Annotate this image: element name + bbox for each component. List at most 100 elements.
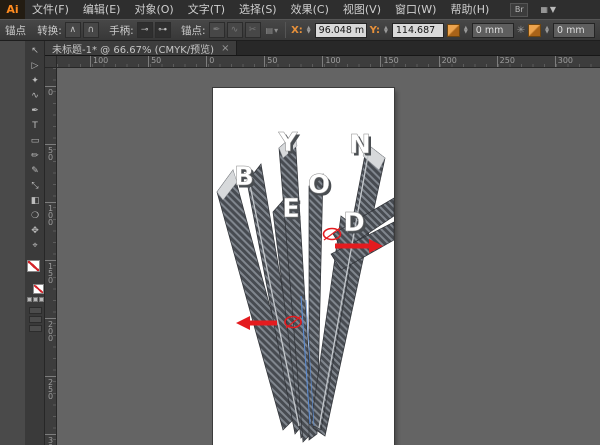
none-stroke-icon [34, 285, 43, 293]
x-input[interactable]: 96.048 m [315, 23, 367, 38]
none-button[interactable] [39, 297, 44, 302]
menu-bar: Ai 文件(F)编辑(E)对象(O)文字(T)选择(S)效果(C)视图(V)窗口… [0, 0, 600, 19]
stroke-swap-icon[interactable] [528, 24, 541, 37]
control-bar: 锚点 转换: ∧∩ 手柄: ⊸⊶ 锚点: ✒∿✂ ▤ ▾ X: ▲▼ 96.04… [0, 19, 600, 41]
caret-down-icon: ▼ [550, 5, 556, 14]
convert-to-smooth-button[interactable]: ∩ [83, 22, 99, 38]
fill-color-swatch[interactable] [27, 260, 40, 272]
artboard[interactable]: BY NE OD B Y N E O D [213, 88, 394, 445]
color-button[interactable] [27, 297, 32, 302]
convert-label: 转换: [37, 23, 62, 38]
draw-normal-button[interactable] [29, 307, 42, 314]
ruler-label: 300 [45, 434, 56, 445]
fill-stroke-swatches[interactable] [27, 260, 44, 294]
stroke-color-swatch[interactable] [33, 284, 44, 294]
constrain-icon[interactable]: ✳ [517, 25, 525, 36]
workspace-switcher-button[interactable]: ▦ ▼ [540, 5, 556, 14]
y-label: Y: [370, 25, 380, 36]
convert-to-corner-button[interactable]: ∧ [65, 22, 81, 38]
w-stepper[interactable]: ▲▼ [463, 26, 469, 35]
ruler-label: 50 [148, 56, 206, 67]
magic-wand-tool[interactable]: ✦ [27, 74, 44, 89]
y-stepper[interactable]: ▲▼ [383, 26, 389, 35]
x-stepper[interactable]: ▲▼ [306, 26, 312, 35]
menu-item[interactable]: 对象(O) [127, 0, 180, 19]
style-dropdown-icon: ▤ [266, 26, 274, 35]
w-input[interactable]: 0 mm [472, 23, 514, 38]
drawing-mode-buttons [29, 307, 42, 332]
letter-N[interactable]: N [349, 130, 371, 160]
close-icon[interactable]: × [221, 43, 229, 54]
menu-right-buttons: Br ▦ ▼ [510, 3, 556, 17]
connect-path-button[interactable]: ∿ [227, 22, 243, 38]
h-input[interactable]: 0 mm [553, 23, 595, 38]
ruler-label: 0 [45, 86, 56, 144]
y-input[interactable]: 114.687 [392, 23, 444, 38]
gradient-tool[interactable]: ◧ [27, 194, 44, 209]
horizontal-ruler[interactable]: 10050050100150200250300 [57, 56, 600, 67]
color-type-buttons [27, 297, 44, 302]
caret-down-icon: ▾ [274, 26, 278, 35]
gradient-button[interactable] [33, 297, 38, 302]
ruler-label: 200 [439, 56, 497, 67]
ruler-label: 50 [264, 56, 322, 67]
hand-tool[interactable]: ✥ [27, 224, 44, 239]
selection-mode-label: 锚点 [5, 23, 26, 38]
ruler-label: 200 [45, 318, 56, 376]
letter-Y[interactable]: Y [278, 128, 299, 158]
menu-items: 文件(F)编辑(E)对象(O)文字(T)选择(S)效果(C)视图(V)窗口(W)… [25, 0, 496, 19]
menu-item[interactable]: 文件(F) [25, 0, 76, 19]
main-area: ↖▷✦∿✒T▭✏✎⤡◧❍✥⌖ 未标题-1* @ 66.67% (CMYK/预览)… [0, 41, 600, 445]
direct-selection-tool[interactable]: ▷ [27, 59, 44, 74]
paintbrush-tool[interactable]: ✏ [27, 149, 44, 164]
document-tab-title: 未标题-1* @ 66.67% (CMYK/预览) [52, 41, 214, 56]
artwork-canvas[interactable]: BY NE OD B Y N E O D [213, 88, 394, 445]
letter-B[interactable]: B [234, 162, 254, 192]
letter-O[interactable]: O [308, 170, 330, 200]
zoom-tool[interactable]: ⌖ [27, 239, 44, 254]
menu-item[interactable]: 编辑(E) [76, 0, 128, 19]
menu-item[interactable]: 窗口(W) [388, 0, 443, 19]
menu-item[interactable]: 视图(V) [336, 0, 388, 19]
ruler-label: 0 [206, 56, 264, 67]
vertical-ruler[interactable]: 050100150200250300 [45, 68, 57, 445]
style-dropdown[interactable]: ▤ ▾ [264, 26, 281, 35]
ruler-label: 150 [380, 56, 438, 67]
screen-mode-button[interactable] [29, 325, 42, 332]
bridge-icon[interactable]: Br [510, 3, 528, 17]
tools-panel: ↖▷✦∿✒T▭✏✎⤡◧❍✥⌖ [26, 41, 45, 445]
ruler-label: 250 [497, 56, 555, 67]
cut-path-button[interactable]: ✂ [245, 22, 261, 38]
lasso-tool[interactable]: ∿ [27, 89, 44, 104]
letter-E[interactable]: E [282, 194, 300, 224]
document-tab-bar: 未标题-1* @ 66.67% (CMYK/预览) × [45, 41, 600, 56]
canvas-pasteboard[interactable]: BY NE OD B Y N E O D [57, 68, 600, 445]
letter-D[interactable]: D [343, 208, 365, 238]
separator [285, 22, 286, 38]
type-tool[interactable]: T [27, 119, 44, 134]
ruler-label: 100 [322, 56, 380, 67]
ruler-label: 100 [45, 202, 56, 260]
blend-tool[interactable]: ❍ [27, 209, 44, 224]
document-column: 未标题-1* @ 66.67% (CMYK/预览) × 100500501001… [45, 41, 600, 445]
menu-item[interactable]: 帮助(H) [443, 0, 496, 19]
content-row: 050100150200250300 [45, 68, 600, 445]
ruler-corner[interactable] [45, 56, 57, 67]
menu-item[interactable]: 效果(C) [284, 0, 336, 19]
draw-behind-button[interactable] [29, 316, 42, 323]
selection-tool[interactable]: ↖ [27, 44, 44, 59]
menu-item[interactable]: 文字(T) [181, 0, 232, 19]
link-icon[interactable] [447, 24, 460, 37]
width-tool[interactable]: ⤡ [27, 179, 44, 194]
menu-item[interactable]: 选择(S) [232, 0, 284, 19]
ruler-label: 150 [45, 260, 56, 318]
hide-handles-button[interactable]: ⊶ [155, 22, 171, 38]
show-handles-button[interactable]: ⊸ [137, 22, 153, 38]
pen-tool[interactable]: ✒ [27, 104, 44, 119]
x-label: X: [291, 25, 303, 36]
remove-anchor-button[interactable]: ✒ [209, 22, 225, 38]
rectangle-tool[interactable]: ▭ [27, 134, 44, 149]
document-tab[interactable]: 未标题-1* @ 66.67% (CMYK/预览) × [45, 41, 237, 55]
pencil-tool[interactable]: ✎ [27, 164, 44, 179]
h-stepper[interactable]: ▲▼ [544, 26, 550, 35]
